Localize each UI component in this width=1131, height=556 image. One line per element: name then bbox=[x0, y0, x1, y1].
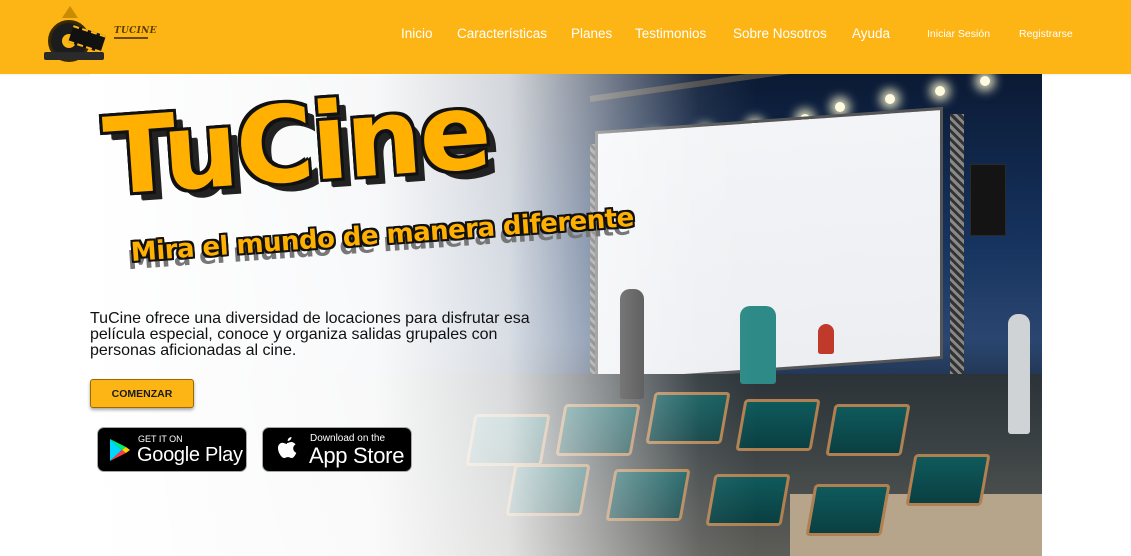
logo-base bbox=[44, 52, 104, 60]
nav-link-caracteristicas[interactable]: Características bbox=[457, 26, 547, 41]
nav-link-inicio[interactable]: Inicio bbox=[401, 26, 433, 41]
brand-name[interactable]: TUCINE bbox=[114, 26, 157, 39]
google-play-icon bbox=[110, 439, 130, 461]
hero-description: TuCine ofrece una diversidad de locacion… bbox=[90, 310, 530, 359]
nav-link-sobre-nosotros[interactable]: Sobre Nosotros bbox=[733, 26, 827, 41]
register-link[interactable]: Registrarse bbox=[1019, 28, 1073, 40]
tucine-logo[interactable] bbox=[44, 6, 106, 62]
app-store-big-text: App Store bbox=[309, 443, 405, 468]
google-play-small-text: GET IT ON bbox=[138, 434, 183, 444]
nav-link-ayuda[interactable]: Ayuda bbox=[852, 26, 890, 41]
apple-icon bbox=[278, 437, 297, 458]
google-play-big-text: Google Play bbox=[137, 444, 243, 466]
nav-link-planes[interactable]: Planes bbox=[571, 26, 612, 41]
start-button[interactable]: COMENZAR bbox=[90, 379, 194, 408]
hero-title: TuCine bbox=[99, 69, 494, 219]
login-link[interactable]: Iniciar Sesión bbox=[927, 28, 990, 40]
app-store-button[interactable]: Download on the App Store bbox=[262, 427, 412, 472]
google-play-button[interactable]: GET IT ON Google Play bbox=[97, 427, 247, 472]
nav-link-testimonios[interactable]: Testimonios bbox=[635, 26, 706, 41]
crown-icon bbox=[62, 6, 78, 18]
top-navbar: TUCINE Inicio Características Planes Tes… bbox=[0, 0, 1131, 74]
